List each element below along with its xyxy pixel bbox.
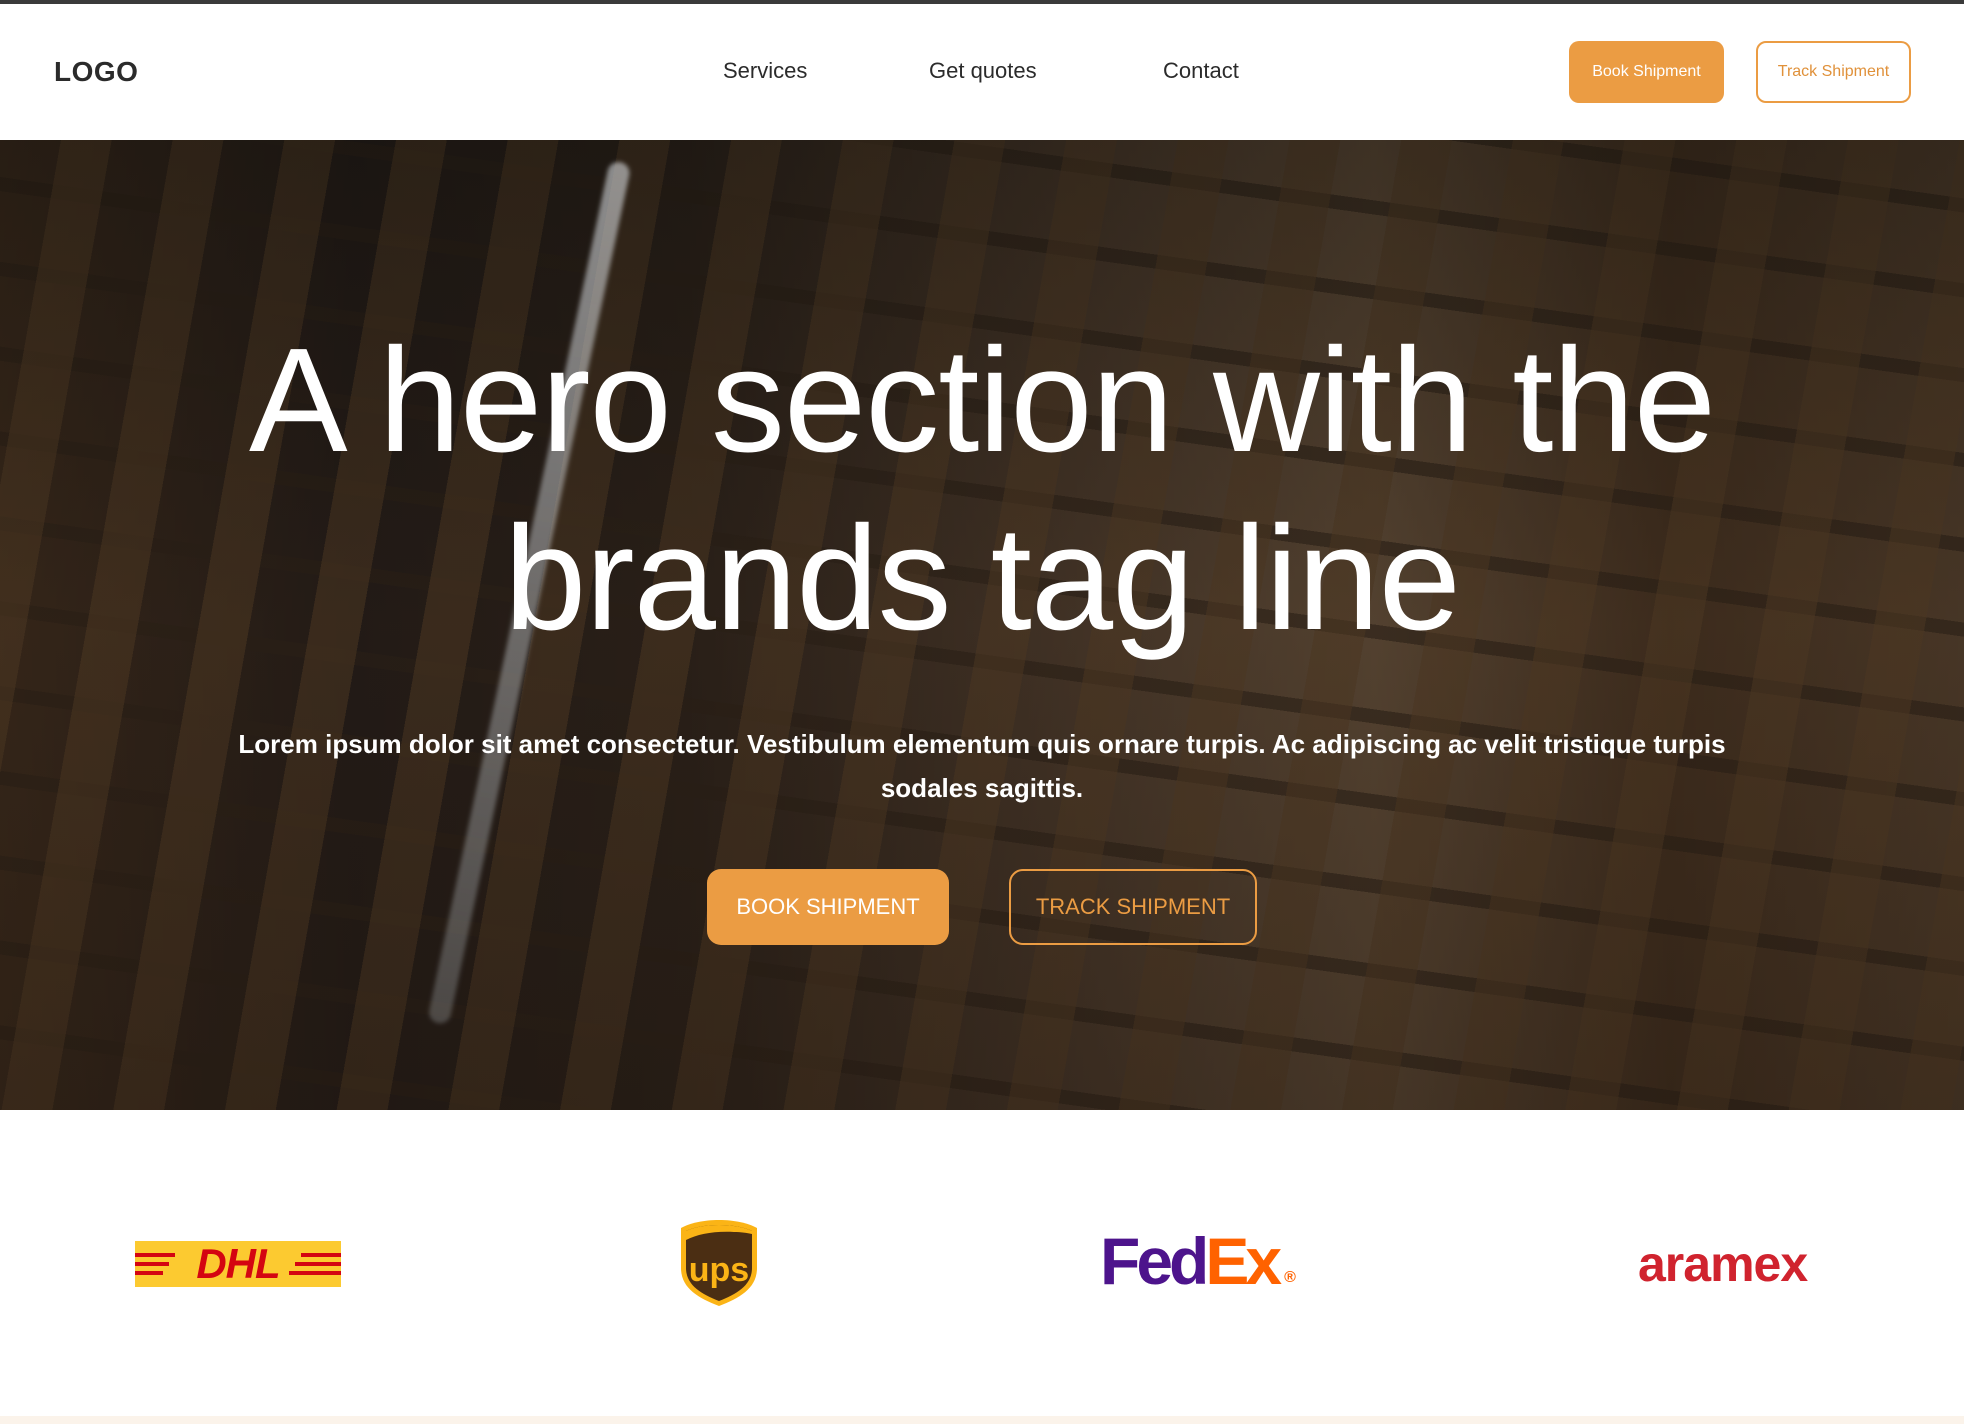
partner-logos: DHL ups FedEx ® aramex (0, 1110, 1964, 1416)
aramex-logo: aramex (1638, 1236, 1808, 1292)
dhl-logo: DHL (135, 1240, 341, 1287)
hero-title: A hero section with the brands tag line (0, 312, 1964, 668)
navbar: LOGO Services Get quotes Contact Book Sh… (0, 4, 1964, 140)
next-section-edge (0, 1416, 1964, 1424)
ups-shield-icon: ups (681, 1220, 757, 1306)
ups-logo: ups (678, 1218, 760, 1308)
dhl-logo-text: DHL (196, 1240, 280, 1287)
fedex-logo-fed: Fed (1100, 1224, 1209, 1298)
nav-link-get-quotes[interactable]: Get quotes (929, 58, 1037, 84)
logo[interactable]: LOGO (54, 56, 138, 88)
hero-track-shipment-button[interactable]: TRACK SHIPMENT (1009, 869, 1257, 945)
book-shipment-button[interactable]: Book Shipment (1569, 41, 1724, 103)
hero-book-shipment-button[interactable]: BOOK SHIPMENT (707, 869, 949, 945)
hero-section: A hero section with the brands tag line … (0, 140, 1964, 1110)
ups-logo-text: ups (689, 1251, 749, 1289)
fedex-logo: FedEx ® (1100, 1226, 1296, 1296)
hero-subtitle: Lorem ipsum dolor sit amet consectetur. … (238, 729, 1726, 803)
fedex-registered-mark: ® (1284, 1269, 1296, 1286)
nav-link-services[interactable]: Services (723, 58, 807, 84)
fedex-logo-ex: Ex (1205, 1224, 1282, 1298)
nav-link-contact[interactable]: Contact (1163, 58, 1239, 84)
hero-title-line-1: A hero section with the (248, 318, 1716, 483)
track-shipment-button[interactable]: Track Shipment (1756, 41, 1911, 103)
hero-title-line-2: brands tag line (504, 496, 1461, 661)
